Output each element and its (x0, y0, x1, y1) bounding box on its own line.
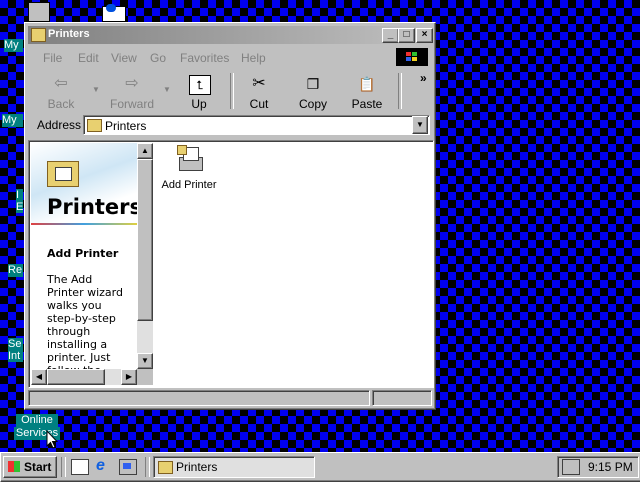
forward-dropdown-icon[interactable]: ▼ (163, 85, 171, 94)
cut-label: Cut (249, 97, 269, 111)
status-pane-left (28, 390, 370, 406)
windows-logo-icon (396, 48, 428, 66)
start-label: Start (24, 460, 52, 474)
address-bar: Address Printers ▼ (28, 113, 432, 137)
my-computer-icon[interactable] (28, 2, 50, 22)
title-bar[interactable]: Printers _ □ × (28, 26, 433, 44)
toolbar-separator-2 (398, 73, 402, 109)
scroll-up-button[interactable]: ▲ (137, 143, 153, 159)
back-arrow-icon: ⇦ (54, 75, 68, 92)
quicklaunch-divider (61, 457, 66, 477)
status-bar (28, 389, 432, 407)
up-label: Up (191, 97, 207, 111)
channels-icon[interactable] (119, 459, 137, 475)
maximize-button[interactable]: □ (398, 28, 415, 43)
clock[interactable]: 9:15 PM (588, 460, 633, 474)
add-printer-label: Add Printer (161, 179, 217, 191)
webview-subheading: Add Printer (47, 247, 119, 260)
scroll-right-button[interactable]: ▶ (121, 369, 137, 385)
desktop-label-ie-line2[interactable]: E (16, 201, 23, 213)
address-label: Address (37, 118, 82, 132)
internet-explorer-icon[interactable]: e (96, 457, 105, 475)
close-button[interactable]: × (416, 28, 433, 43)
webview-description: The Add Printer wizard walks you step-by… (47, 273, 123, 369)
minimize-button[interactable]: _ (382, 28, 399, 43)
menu-file[interactable]: File (43, 51, 62, 65)
up-folder-icon: ⮤ (189, 75, 211, 95)
menu-favorites[interactable]: Favorites (180, 51, 229, 65)
show-desktop-icon[interactable] (71, 459, 89, 475)
paste-label: Paste (351, 97, 383, 111)
vertical-scrollbar[interactable]: ▲ ▼ (137, 143, 153, 369)
desktop-label-online-services-line1[interactable]: Online (16, 414, 58, 427)
back-dropdown-icon[interactable]: ▼ (92, 85, 100, 94)
desktop-label-recycle-bin[interactable]: Re (8, 264, 23, 277)
back-label: Back (47, 97, 75, 111)
toolbar-overflow-chevron[interactable]: » (420, 71, 427, 85)
windows-flag-icon (8, 461, 20, 472)
webview-divider (31, 223, 137, 225)
address-folder-icon (87, 119, 102, 132)
scroll-left-button[interactable]: ◀ (31, 369, 47, 385)
copy-button[interactable]: ❐ Copy (286, 71, 340, 111)
desktop-label-setup-line2[interactable]: Int (8, 350, 23, 362)
desktop-label-setup-line1[interactable]: Se (8, 338, 23, 350)
menu-help[interactable]: Help (241, 51, 266, 65)
status-pane-right (372, 390, 432, 406)
vertical-scroll-thumb[interactable] (137, 159, 153, 321)
up-button[interactable]: ⮤ Up (172, 71, 226, 111)
mouse-cursor-icon (46, 430, 58, 449)
horizontal-scroll-thumb[interactable] (47, 369, 105, 385)
address-value: Printers (105, 119, 147, 133)
toolbar: ⇦ Back ▼ ⇨ Forward ▼ ⮤ Up ✂ Cut ❐ Copy 📋… (28, 69, 432, 111)
cut-button[interactable]: ✂ Cut (232, 71, 286, 111)
web-view-pane: Printers Add Printer The Add Printer wiz… (31, 143, 137, 369)
add-printer-item[interactable]: Add Printer (159, 145, 219, 197)
horizontal-scrollbar[interactable]: ◀ ▶ (31, 369, 137, 385)
scissors-icon: ✂ (252, 75, 266, 92)
taskbar: Start e Printers 9:15 PM (0, 452, 640, 482)
task-printers-icon (158, 461, 173, 474)
forward-button[interactable]: ⇨ Forward (105, 71, 159, 111)
start-button[interactable]: Start (3, 456, 57, 478)
paste-button[interactable]: 📋 Paste (340, 71, 394, 111)
address-dropdown-button[interactable]: ▼ (412, 116, 428, 134)
window-title: Printers (48, 28, 90, 40)
printers-folder-icon (31, 28, 46, 42)
address-combo[interactable]: Printers ▼ (83, 115, 430, 135)
copy-icon: ❐ (306, 76, 320, 92)
desktop-label-ie-line1[interactable]: I (16, 189, 23, 201)
menu-edit[interactable]: Edit (78, 51, 99, 65)
task-button-printers[interactable]: Printers (153, 456, 315, 478)
back-button[interactable]: ⇦ Back (34, 71, 88, 111)
copy-label: Copy (298, 97, 327, 111)
system-tray: 9:15 PM (557, 456, 639, 478)
menu-view[interactable]: View (111, 51, 137, 65)
desktop-label-my-documents[interactable]: My (2, 114, 23, 127)
clipboard-icon: 📋 (358, 76, 376, 92)
webview-folder-icon (47, 161, 79, 187)
content-area: Printers Add Printer The Add Printer wiz… (28, 140, 434, 388)
printers-window: Printers _ □ × File Edit View Go Favorit… (24, 22, 436, 410)
add-printer-icon (177, 145, 203, 173)
forward-arrow-icon: ⇨ (125, 75, 139, 92)
desktop-label-my-computer[interactable]: My (4, 39, 23, 52)
forward-label: Forward (109, 97, 154, 111)
tasks-divider (145, 457, 150, 477)
scroll-down-button[interactable]: ▼ (137, 353, 153, 369)
inbox-icon[interactable] (96, 4, 126, 22)
network-tray-icon[interactable] (562, 459, 580, 475)
task-printers-label: Printers (176, 460, 218, 474)
scroll-corner (137, 369, 153, 385)
menu-bar: File Edit View Go Favorites Help (28, 47, 432, 67)
menu-go[interactable]: Go (150, 51, 166, 65)
webview-heading: Printers (47, 195, 137, 219)
